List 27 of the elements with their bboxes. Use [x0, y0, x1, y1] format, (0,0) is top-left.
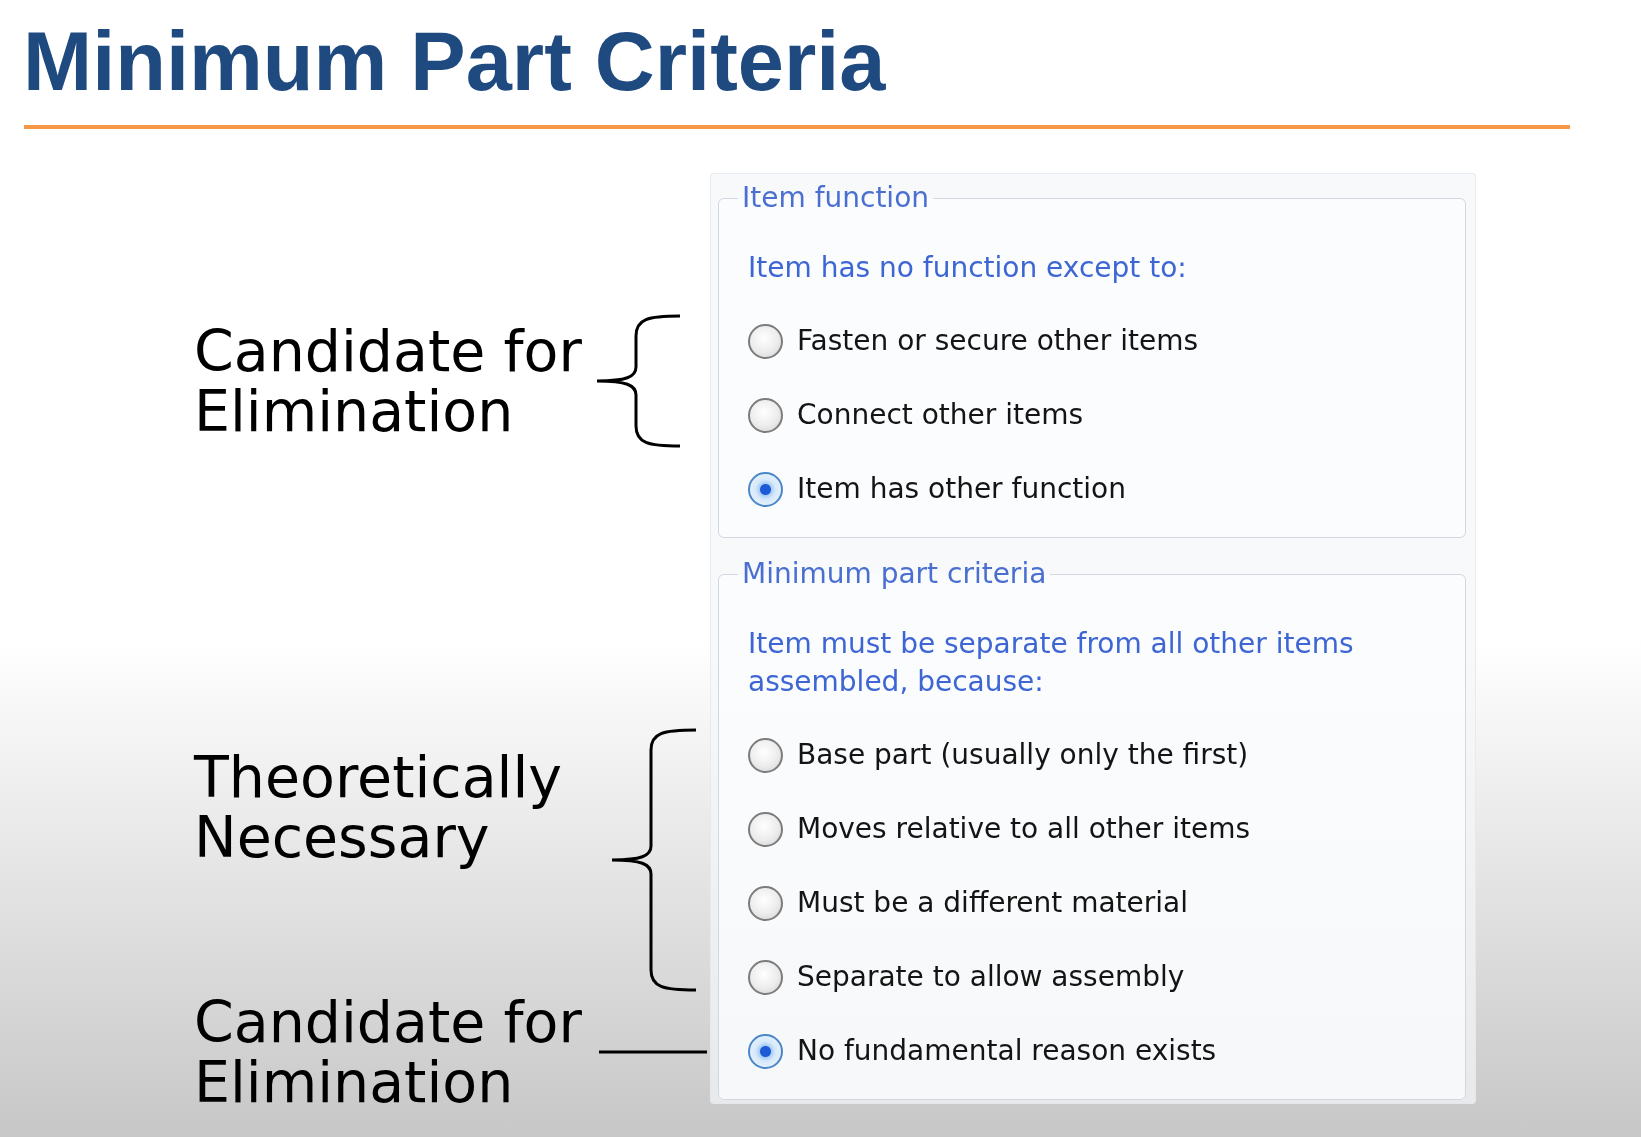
radio-label[interactable]: Moves relative to all other items — [797, 812, 1251, 846]
radio-button[interactable] — [748, 811, 783, 847]
radio-label[interactable]: Separate to allow assembly — [797, 960, 1185, 994]
annotation-label: Candidate for Elimination — [194, 321, 583, 441]
radio-button[interactable] — [748, 1033, 783, 1069]
radio-button[interactable] — [748, 471, 783, 507]
slide-title: Minimum Part Criteria — [23, 20, 886, 103]
radio-button[interactable] — [748, 959, 783, 995]
annotation-label: Theoretically Necessary — [194, 747, 563, 867]
radio-button[interactable] — [748, 323, 783, 359]
radio-label[interactable]: Item has other function — [797, 472, 1126, 506]
radio-label[interactable]: No fundamental reason exists — [797, 1034, 1217, 1068]
group-legend: Minimum part criteria — [738, 558, 1051, 590]
radio-button[interactable] — [748, 885, 783, 921]
group-legend: Item function — [738, 182, 934, 214]
radio-label[interactable]: Must be a different material — [797, 886, 1188, 920]
group-prompt: Item has no function except to: — [748, 250, 1188, 286]
radio-button[interactable] — [748, 737, 783, 773]
annotation-label: Candidate for Elimination — [194, 992, 583, 1112]
group-prompt: Item must be separate from all other items assembled, because: — [748, 626, 1355, 700]
curly-brace-icon — [612, 728, 696, 992]
radio-button[interactable] — [748, 397, 783, 433]
radio-label[interactable]: Base part (usually only the first) — [797, 738, 1249, 772]
curly-brace-icon — [597, 314, 680, 448]
radio-label[interactable]: Fasten or secure other items — [797, 324, 1198, 358]
connector-line-icon — [599, 1050, 707, 1054]
radio-label[interactable]: Connect other items — [797, 398, 1083, 432]
